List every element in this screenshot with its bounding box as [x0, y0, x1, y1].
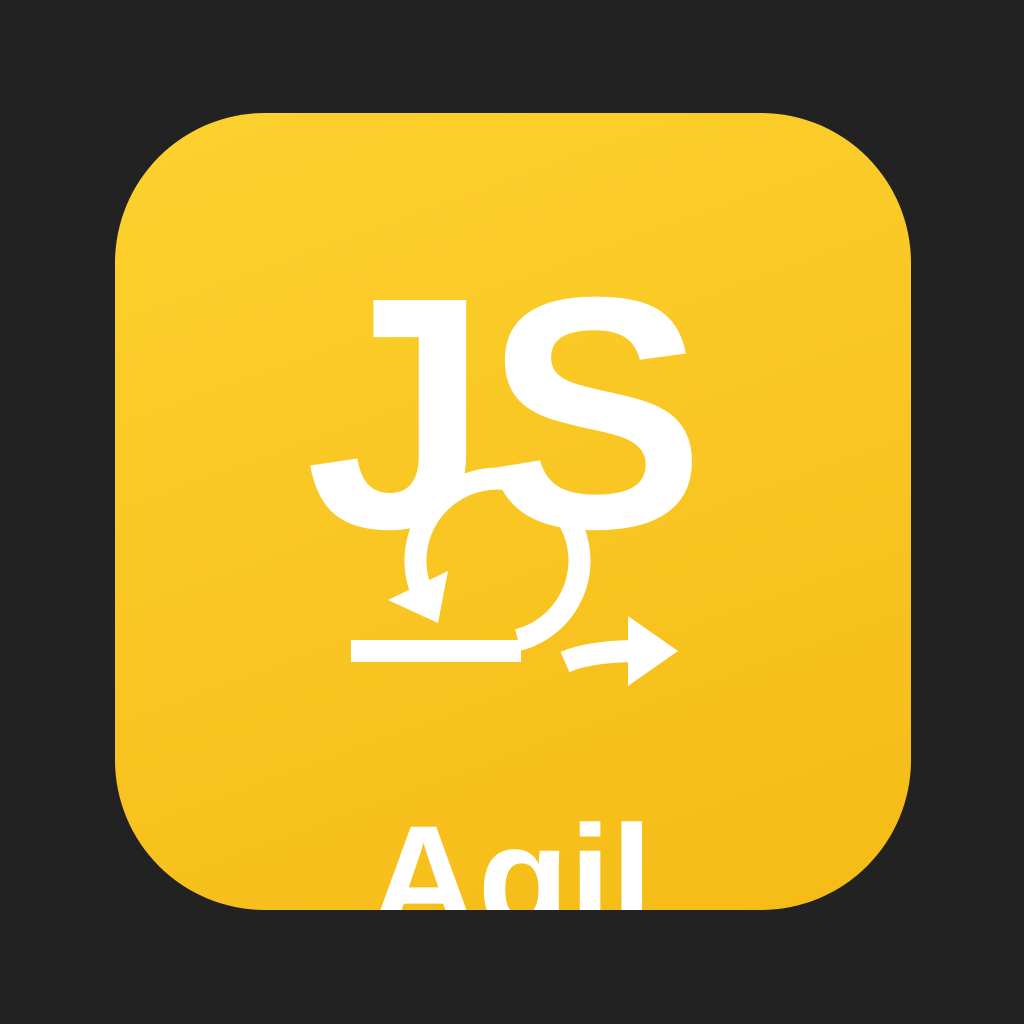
forward-arrowhead	[628, 616, 678, 686]
baseline-bar	[351, 640, 521, 662]
agile-cycle-arrow-icon	[351, 467, 678, 686]
loop-arc	[404, 467, 591, 651]
icon-canvas: JS Agil	[0, 0, 1024, 1024]
